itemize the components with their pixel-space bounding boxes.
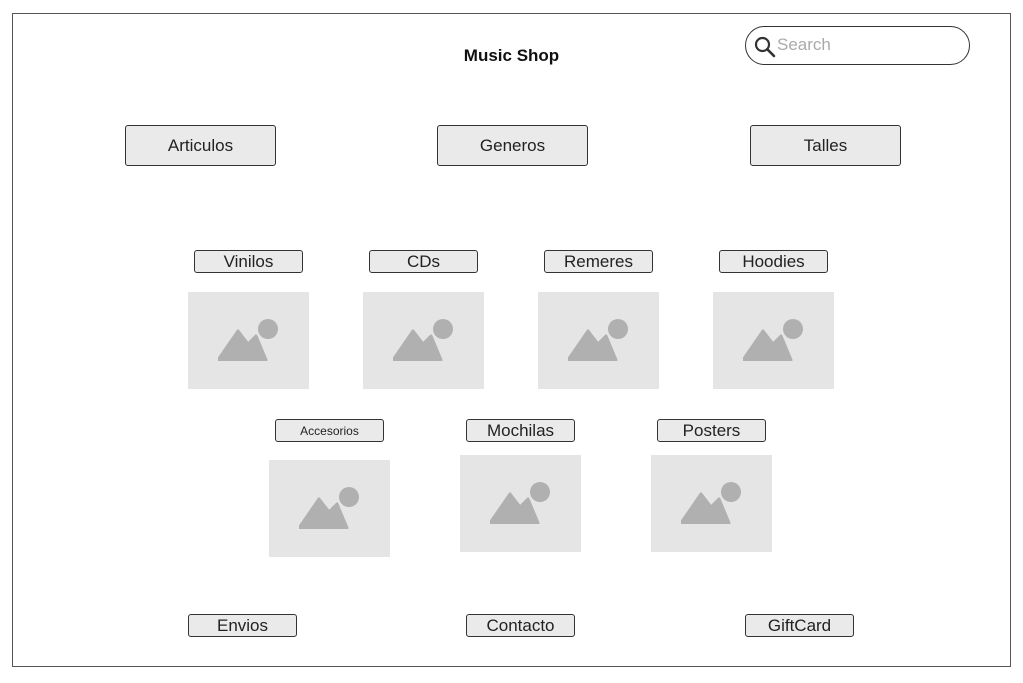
posters-image[interactable] <box>651 455 772 552</box>
image-placeholder-icon <box>681 482 741 524</box>
generos-button[interactable]: Generos <box>437 125 588 166</box>
search-icon <box>754 36 776 58</box>
mochilas-image[interactable] <box>460 455 581 552</box>
mochilas-button[interactable]: Mochilas <box>466 419 575 442</box>
remeres-button[interactable]: Remeres <box>544 250 653 273</box>
image-placeholder-icon <box>393 319 453 361</box>
image-placeholder-icon <box>743 319 803 361</box>
page-frame <box>12 13 1011 667</box>
hoodies-image[interactable] <box>713 292 834 389</box>
cds-image[interactable] <box>363 292 484 389</box>
vinilos-image[interactable] <box>188 292 309 389</box>
contacto-button[interactable]: Contacto <box>466 614 575 637</box>
hoodies-button[interactable]: Hoodies <box>719 250 828 273</box>
image-placeholder-icon <box>568 319 628 361</box>
image-placeholder-icon <box>218 319 278 361</box>
giftcard-button[interactable]: GiftCard <box>745 614 854 637</box>
vinilos-button[interactable]: Vinilos <box>194 250 303 273</box>
accesorios-button[interactable]: Accesorios <box>275 419 384 442</box>
articulos-button[interactable]: Articulos <box>125 125 276 166</box>
posters-button[interactable]: Posters <box>657 419 766 442</box>
envios-button[interactable]: Envios <box>188 614 297 637</box>
accesorios-image[interactable] <box>269 460 390 557</box>
search-input[interactable] <box>777 33 957 57</box>
image-placeholder-icon <box>490 482 550 524</box>
remeres-image[interactable] <box>538 292 659 389</box>
talles-button[interactable]: Talles <box>750 125 901 166</box>
search-box[interactable] <box>745 26 970 65</box>
cds-button[interactable]: CDs <box>369 250 478 273</box>
image-placeholder-icon <box>299 487 359 529</box>
